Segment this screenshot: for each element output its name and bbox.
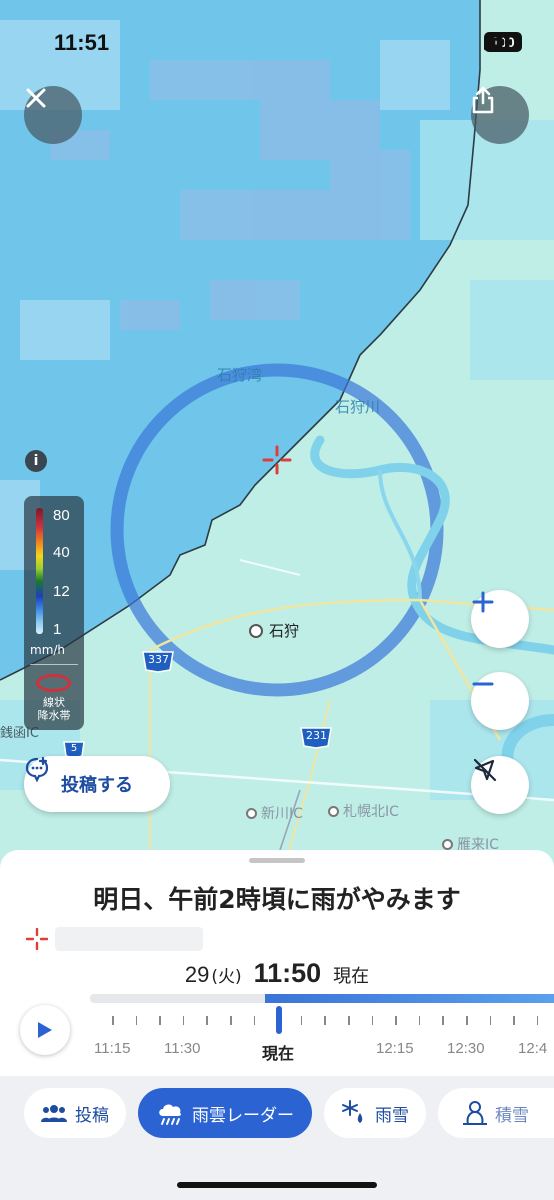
location-off-icon: [473, 758, 497, 782]
timeline-forecast-range: [265, 994, 554, 1003]
tab-snow-depth-label: 積雪: [495, 1105, 529, 1126]
location-name-placeholder: [55, 927, 203, 951]
tab-post-label: 投稿: [75, 1105, 109, 1126]
zoom-out-button[interactable]: [471, 672, 529, 730]
route-337-label: 337: [148, 653, 169, 666]
close-icon: [26, 88, 46, 108]
timeline-tick: [348, 1016, 350, 1025]
people-icon: [41, 1105, 67, 1122]
map-place-shinkawa-ic: 新川IC: [246, 803, 303, 823]
tab-post[interactable]: 投稿: [24, 1088, 126, 1138]
legend-unit: mm/h: [30, 643, 66, 657]
post-button-label: 投稿する: [61, 775, 133, 796]
radar-map-canvas: [0, 0, 554, 880]
timeline-tick: [135, 1016, 138, 1025]
date-label: 29: [184, 962, 210, 987]
play-icon: [38, 1022, 52, 1038]
bottom-sheet: 明日、午前2時頃に雨がやみます 29 (火) 11:50 現在 11:15 11:30…: [0, 850, 554, 1200]
post-add-icon: [25, 756, 49, 782]
place-dot-icon: [249, 623, 263, 638]
timeline-tick: [230, 1016, 232, 1025]
tab-rain-radar[interactable]: 雨雲レーダー: [138, 1088, 312, 1138]
timeline-label-now: 現在: [262, 1044, 295, 1063]
timeline-tick: [442, 1016, 444, 1025]
map-place-ishikari: 石狩: [249, 620, 299, 641]
radar-map[interactable]: 石狩湾 石狩川 石狩 337 231 5 新川IC 札幌北IC 雁来IC 銭函I…: [0, 0, 554, 880]
timeline-tick: [371, 1016, 374, 1025]
timeline-label: 11:15: [94, 1040, 131, 1057]
forecast-headline: 明日、午前2時頃に雨がやみます: [93, 885, 461, 914]
linear-rainband-icon: [36, 674, 71, 692]
rain-legend: 80 40 12 1 mm/h 線状 降水帯: [24, 496, 84, 730]
info-button[interactable]: i: [25, 450, 47, 472]
day-of-week-label: (火): [211, 967, 242, 987]
minus-icon: [472, 682, 494, 686]
timeline-label: 12:15: [376, 1040, 414, 1057]
timeline-tick: [182, 1016, 185, 1025]
tab-snow-depth[interactable]: 積雪: [438, 1088, 554, 1138]
status-icons: 100: [484, 32, 522, 52]
status-time: 11:51: [54, 30, 110, 55]
play-button[interactable]: [20, 1005, 70, 1055]
wifi-icon: [484, 32, 508, 50]
timeline-label: 12:4: [518, 1040, 548, 1057]
legend-note-line1: 線状: [43, 696, 65, 709]
post-button[interactable]: 投稿する: [24, 756, 170, 812]
snow-rain-icon: [342, 1100, 363, 1123]
ic-dot-icon: [328, 805, 339, 817]
plus-icon: [472, 591, 494, 613]
timeline-label: 11:30: [164, 1040, 201, 1057]
shinkawa-ic-label: 新川IC: [261, 806, 303, 822]
place-label-ishikari: 石狩: [269, 622, 300, 640]
legend-note: 線状 降水帯: [24, 696, 84, 722]
legend-value-12: 12: [53, 583, 70, 600]
legend-value-80: 80: [53, 507, 70, 524]
sapporo-kita-ic-label: 札幌北IC: [343, 804, 399, 820]
timeline-tick: [513, 1016, 515, 1025]
bottom-tab-bar: 投稿 雨雲レーダー 雨雪 積雪: [0, 1076, 554, 1200]
timeline-tick: [466, 1016, 468, 1025]
zoom-in-button[interactable]: [471, 590, 529, 648]
map-place-sapporo-kita-ic: 札幌北IC: [328, 801, 399, 821]
tab-snow-rain[interactable]: 雨雪: [324, 1088, 426, 1138]
tab-rain-radar-label: 雨雲レーダー: [192, 1105, 294, 1126]
location-off-button[interactable]: [471, 756, 529, 814]
clock-label: 11:50: [253, 958, 322, 988]
timeline-tick: [395, 1016, 397, 1025]
timeline-tick: [536, 1016, 539, 1025]
tab-snow-rain-label: 雨雪: [375, 1105, 409, 1126]
location-marker-icon: [26, 928, 48, 950]
timeline-tick: [324, 1016, 326, 1025]
timeline-tick: [112, 1016, 114, 1025]
legend-value-1: 1: [53, 621, 62, 638]
now-label: 現在: [333, 966, 370, 987]
map-label-ishikari-river: 石狩川: [335, 398, 381, 416]
close-button[interactable]: [24, 86, 82, 144]
share-icon: [472, 86, 494, 114]
home-indicator: [177, 1182, 377, 1188]
map-label-ishikari-bay: 石狩湾: [217, 366, 263, 384]
legend-divider: [30, 664, 78, 665]
timeline-tick: [159, 1016, 161, 1025]
timeline-tick: [206, 1016, 208, 1025]
legend-value-40: 40: [53, 544, 70, 561]
current-time-row: 29 (火) 11:50 現在: [0, 958, 554, 989]
timeline-tick: [489, 1016, 492, 1025]
ic-dot-icon: [442, 838, 453, 850]
timeline-tick: [418, 1016, 421, 1025]
timeline-ticks: [90, 1016, 554, 1028]
timeline-label: 12:30: [447, 1040, 485, 1057]
timeline-cursor[interactable]: [276, 1006, 282, 1034]
ic-dot-icon: [246, 807, 257, 819]
rain-cloud-icon: [159, 1104, 182, 1125]
route-231-label: 231: [306, 729, 327, 742]
snowman-icon: [463, 1101, 487, 1125]
legend-color-bar: [36, 508, 43, 634]
route-5-label: 5: [70, 743, 78, 754]
timeline-tick: [253, 1016, 256, 1025]
share-button[interactable]: [471, 86, 529, 144]
timeline-tick: [300, 1016, 303, 1025]
legend-note-line2: 降水帯: [37, 709, 71, 722]
sheet-grabber[interactable]: [249, 858, 305, 863]
